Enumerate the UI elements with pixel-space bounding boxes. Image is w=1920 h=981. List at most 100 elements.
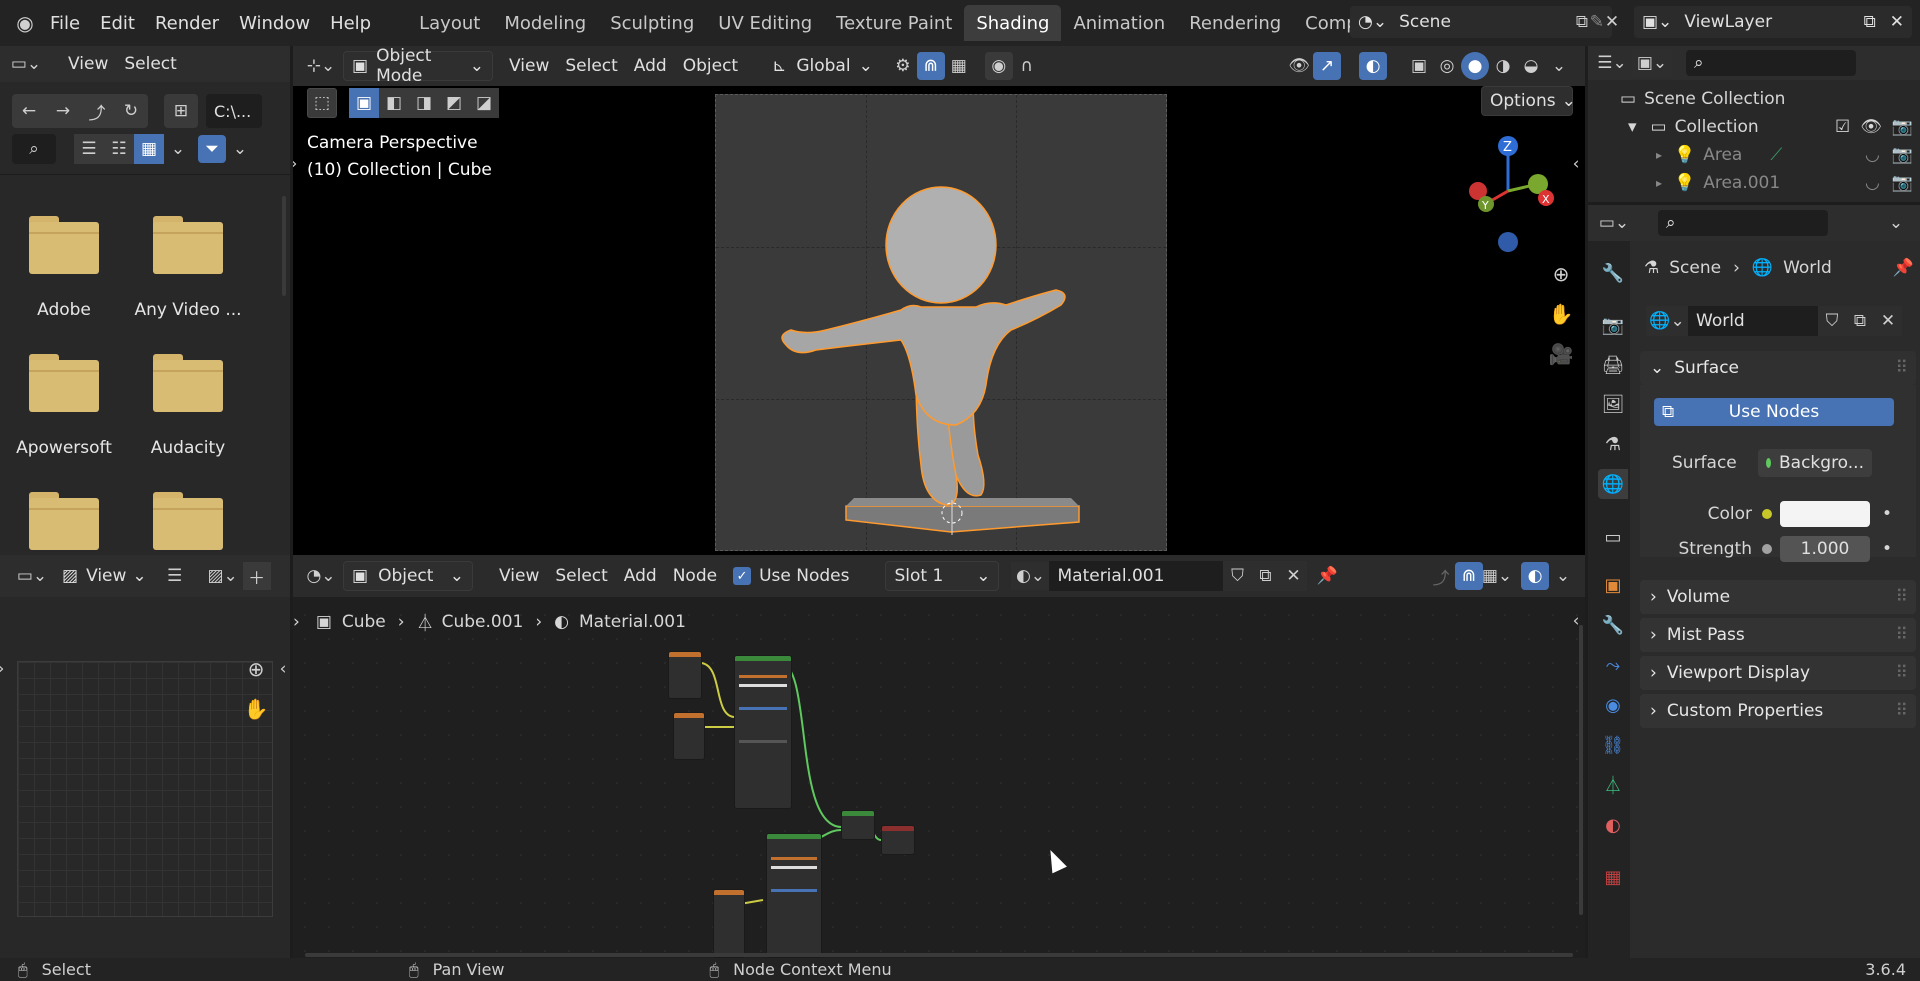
viewport-display-section-header[interactable]: › Viewport Display ⠿ [1640,656,1916,690]
outliner-search-field[interactable]: ⌕ [1686,50,1856,76]
view-layer-tab-icon[interactable]: 🖼 [1598,389,1628,419]
viewport-object-menu[interactable]: Object [675,51,746,81]
filter-icon[interactable]: ⏷ [198,135,226,163]
output-tab-icon[interactable]: 🖨 [1598,350,1628,380]
menu-help[interactable]: Help [320,5,381,41]
file-scrollbar[interactable] [282,196,286,296]
search-icon[interactable]: ⌕ [12,134,56,164]
node-editor-hscrollbar[interactable] [305,953,1573,957]
select-tool-icon[interactable]: ⬚ [307,88,337,118]
new-scene-icon[interactable]: ⧉ [1568,8,1596,36]
refresh-icon[interactable]: ↻ [114,94,148,128]
menu-render[interactable]: Render [145,5,229,41]
drag-handle-icon[interactable]: ⠿ [1896,701,1908,721]
new-folder-icon[interactable]: ⊞ [164,94,198,128]
folder-icon[interactable] [153,354,223,412]
node-editor-panel[interactable]: ◔⌄ ▣ Object ⌄ View Select Add Node ✓ Use… [293,555,1585,958]
delete-view-layer-icon[interactable]: ✕ [1890,12,1904,32]
detail-view-icon[interactable]: ☷ [104,134,134,164]
expand-chevron-icon[interactable]: ▸ [1656,176,1662,190]
tab-layout[interactable]: Layout [407,5,492,41]
proportional-edit-icon[interactable]: ◉ [984,52,1013,80]
transform-orientation-dropdown[interactable]: ⊾ Global ⌄ [764,51,881,81]
tab-modeling[interactable]: Modeling [492,5,598,41]
select-mode-invert-icon[interactable]: ◩ [439,88,469,118]
node-editor-vscrollbar[interactable] [1579,625,1583,915]
drag-handle-icon[interactable]: ⠿ [1896,625,1908,645]
forward-arrow-icon[interactable]: → [46,94,80,128]
editor-type-icon[interactable]: ▭⌄ [17,562,47,590]
pivot-icon[interactable]: ⚙ [889,52,917,80]
principled-bsdf-node[interactable] [734,655,792,809]
scene-collection-row[interactable]: ▭ Scene Collection [1620,86,1785,112]
material-output-node[interactable] [881,825,915,855]
use-nodes-button[interactable]: ⧉ Use Nodes [1654,398,1894,426]
custom-properties-section-header[interactable]: › Custom Properties ⠿ [1640,694,1916,728]
editor-type-icon[interactable]: ▭⌄ [1599,209,1629,237]
select-mode-extend-icon[interactable]: ◧ [379,88,409,118]
keyframe-dot-icon[interactable]: • [1882,504,1892,524]
chevron-left-icon[interactable]: ‹ [276,655,290,683]
delete-scene-icon[interactable]: ✕ [1598,8,1626,36]
display-mode-icon[interactable]: ▣⌄ [1632,49,1672,77]
viewport-3d[interactable]: ⊹⌄ ▣ Object Mode ⌄ View Select Add Objec… [293,46,1585,555]
blender-logo-icon[interactable]: ◉ [10,9,40,37]
color-swatch[interactable] [1780,501,1870,527]
render-camera-icon[interactable]: 📷 [1892,117,1913,137]
collection-tab-icon[interactable]: ▭ [1598,522,1628,552]
chevron-right-icon[interactable]: › [0,655,8,683]
world-name-field[interactable]: World [1688,306,1818,336]
navigation-gizmo[interactable]: Z X Y [1458,136,1558,256]
snap-target-icon[interactable]: ▦ [945,52,973,80]
back-arrow-icon[interactable]: ← [12,94,46,128]
render-tab-icon[interactable]: 📷 [1598,310,1628,340]
folder-icon[interactable] [29,216,99,274]
image-browse-icon[interactable]: ▨⌄ [208,562,238,590]
keyframe-dot-icon[interactable]: • [1882,539,1892,559]
eye-icon[interactable]: 👁 [1860,117,1882,137]
mist-pass-section-header[interactable]: › Mist Pass ⠿ [1640,618,1916,652]
chevron-down-icon[interactable]: ⌄ [1882,209,1910,237]
data-tab-icon[interactable]: ⏃ [1598,770,1628,800]
rendered-shading-icon[interactable]: ◒ [1517,52,1545,80]
tab-texture-paint[interactable]: Texture Paint [824,5,964,41]
pan-hand-icon[interactable]: ✋ [242,695,270,723]
strength-field[interactable]: 1.000 [1780,536,1870,562]
chevron-right-icon[interactable]: › [293,150,301,178]
volume-section-header[interactable]: › Volume ⠿ [1640,580,1916,614]
visibility-icon[interactable]: 👁 [1285,52,1313,80]
image-texture-node[interactable] [668,651,702,699]
editor-type-icon[interactable]: ⊹⌄ [307,52,336,80]
object-mode-dropdown[interactable]: ▣ Object Mode ⌄ [343,46,493,86]
editor-type-icon[interactable]: ☰⌄ [1597,49,1626,77]
checkbox-checked-icon[interactable]: ☑ [1835,117,1850,137]
chevron-left-icon[interactable]: ‹ [1569,150,1583,178]
tab-rendering[interactable]: Rendering [1177,5,1293,41]
world-tab-icon[interactable]: 🌐 [1598,469,1628,499]
xray-toggle-icon[interactable]: ▣ [1405,52,1433,80]
view-options-chevron-icon[interactable]: ⌄ [164,135,192,163]
properties-search-field[interactable]: ⌕ [1658,210,1828,236]
unlink-world-icon[interactable]: ✕ [1874,306,1902,336]
menu-window[interactable]: Window [229,5,320,41]
snap-icon[interactable]: ⋒ [916,52,945,80]
image-view-dropdown[interactable]: ▨ View ⌄ [54,561,155,591]
pin-icon[interactable]: 📌 [1893,258,1914,278]
new-view-layer-icon[interactable]: ⧉ [1864,12,1876,32]
drag-handle-icon[interactable]: ⠿ [1896,587,1908,607]
pan-hand-icon[interactable]: ✋ [1547,300,1575,328]
solid-shading-icon[interactable]: ● [1461,52,1489,80]
viewport-view-menu[interactable]: View [501,51,557,81]
viewport-options-button[interactable]: Options ⌄ [1481,86,1576,116]
falloff-icon[interactable]: ∩ [1013,52,1041,80]
zoom-icon[interactable]: ⊕ [1547,260,1575,288]
surface-shader-field[interactable]: Backgro... [1758,449,1872,477]
file-browser-select-menu[interactable]: Select [116,49,184,79]
file-browser-view-menu[interactable]: View [60,49,116,79]
viewport-add-menu[interactable]: Add [626,51,675,81]
hamburger-menu-icon[interactable]: ☰ [161,562,189,590]
tab-sculpting[interactable]: Sculpting [598,5,706,41]
outliner-item-area001[interactable]: ▸ 💡 Area.001 ◡ 📷 [1656,170,1913,196]
filter-options-chevron-icon[interactable]: ⌄ [226,135,254,163]
collection-row[interactable]: ▾ ▭ Collection ☑ 👁 📷 [1628,114,1913,140]
